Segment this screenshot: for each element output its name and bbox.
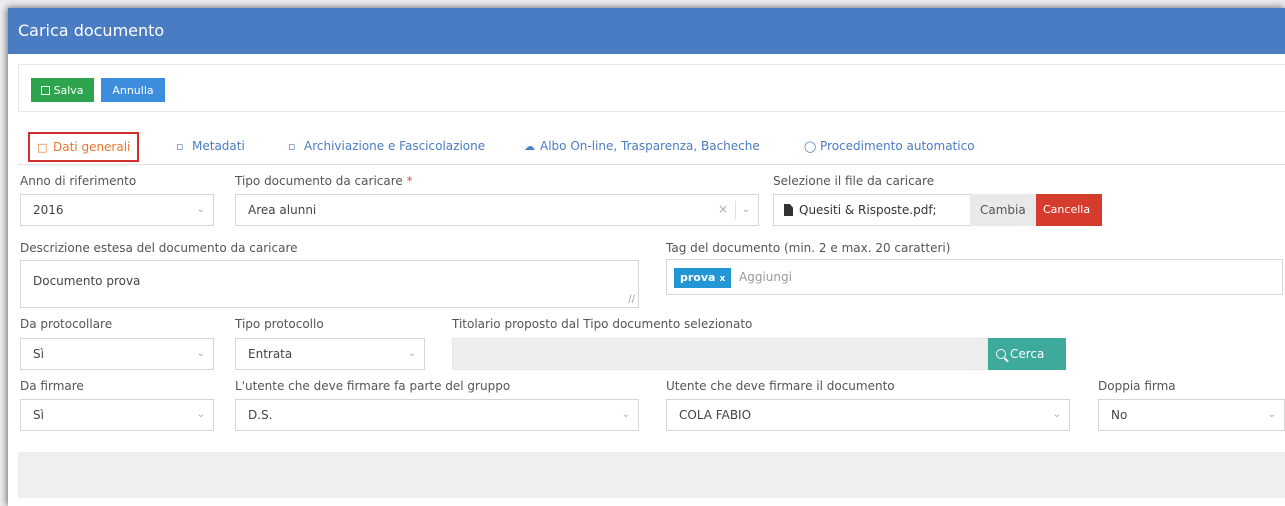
tag-label: Tag del documento (min. 2 e max. 20 cara… (666, 241, 951, 255)
doppia-firma-value: No (1111, 408, 1128, 422)
anno-select[interactable]: 2016 ⌄ (20, 194, 214, 226)
titolario-label: Titolario proposto dal Tipo documento se… (452, 317, 753, 331)
gruppo-value: D.S. (248, 408, 273, 422)
window-title: Carica documento (8, 8, 1285, 54)
descrizione-textarea[interactable]: Documento prova ∕∕ (20, 260, 639, 308)
tab-albo[interactable]: ☁ Albo On-line, Trasparenza, Bacheche (516, 131, 768, 163)
chevron-down-icon: ⌄ (741, 204, 750, 215)
utente-select[interactable]: COLA FABIO ⌄ (666, 399, 1070, 431)
tab-procedimento[interactable]: ◯ Procedimento automatico (796, 131, 983, 163)
da-firmare-label: Da firmare (20, 379, 84, 393)
tipo-documento-value: Area alunni (248, 203, 317, 217)
cancel-button[interactable]: Annulla (101, 78, 165, 102)
file-label: Selezione il file da caricare (773, 174, 935, 188)
search-button-label: Cerca (1010, 347, 1045, 361)
file-icon: □ (37, 141, 48, 154)
upload-document-window: Carica documento Salva Annulla □ Dati gen… (8, 8, 1285, 506)
utente-label: Utente che deve firmare il documento (666, 379, 895, 393)
save-button[interactable]: Salva (31, 78, 94, 102)
gruppo-label: L'utente che deve firmare fa parte del g… (235, 379, 511, 393)
tag-text: prova (680, 271, 716, 284)
tab-archiviazione[interactable]: ▫ Archiviazione e Fascicolazione (280, 131, 493, 163)
folder-icon: ▫ (288, 140, 296, 153)
remove-tag-icon[interactable]: x (719, 274, 725, 284)
tab-label: Archiviazione e Fascicolazione (304, 139, 486, 153)
file-field: Quesiti & Risposte.pdf; (773, 194, 973, 226)
da-firmare-value: Sì (33, 408, 44, 422)
chevron-down-icon: ⌄ (1267, 409, 1276, 420)
da-protocollare-value: Sì (33, 347, 44, 361)
tipo-protocollo-select[interactable]: Entrata ⌄ (235, 338, 425, 370)
chevron-down-icon: ⌄ (1052, 409, 1061, 420)
tipo-documento-label: Tipo documento da caricare * (235, 174, 413, 188)
doppia-firma-select[interactable]: No ⌄ (1098, 399, 1285, 431)
file-icon (784, 204, 793, 216)
tag-input[interactable]: Aggiungi (739, 270, 792, 284)
tab-dati-generali[interactable]: □ Dati generali (28, 132, 140, 162)
refresh-icon: ◯ (804, 140, 817, 153)
file-name: Quesiti & Risposte.pdf; (799, 203, 937, 217)
doppia-firma-label: Doppia firma (1098, 379, 1176, 393)
descrizione-value: Documento prova (33, 274, 141, 288)
chevron-down-icon: ⌄ (196, 348, 205, 359)
tab-label: Procedimento automatico (820, 139, 975, 153)
da-protocollare-select[interactable]: Sì ⌄ (20, 338, 214, 370)
chevron-down-icon: ⌄ (196, 409, 205, 420)
chevron-down-icon: ⌄ (621, 409, 630, 420)
cloud-icon: ☁ (524, 140, 535, 153)
tab-metadati[interactable]: ▫ Metadati (168, 131, 253, 163)
save-button-label: Salva (53, 83, 84, 97)
tab-bar: □ Dati generali ▫ Metadati ▫ Archiviazione … (18, 127, 1285, 165)
clear-icon[interactable]: × (718, 202, 728, 216)
tab-label: Dati generali (53, 140, 131, 154)
folder-icon: ▫ (176, 140, 184, 153)
anno-label: Anno di riferimento (20, 174, 137, 188)
chevron-down-icon: ⌄ (407, 348, 416, 359)
footer-bar (18, 452, 1285, 498)
gruppo-select[interactable]: D.S. ⌄ (235, 399, 639, 431)
select-separator (735, 201, 736, 219)
tab-label: Metadati (192, 139, 245, 153)
tipo-protocollo-value: Entrata (248, 347, 293, 361)
da-firmare-select[interactable]: Sì ⌄ (20, 399, 214, 431)
tab-label: Albo On-line, Trasparenza, Bacheche (540, 139, 760, 153)
resize-handle-icon[interactable]: ∕∕ (628, 294, 635, 305)
change-file-button[interactable]: Cambia (970, 194, 1036, 226)
da-protocollare-label: Da protocollare (20, 317, 113, 331)
delete-file-button[interactable]: Cancella (1036, 194, 1102, 226)
tag-input-box[interactable]: prova x Aggiungi (666, 259, 1283, 295)
toolbar: Salva Annulla (18, 64, 1285, 112)
utente-value: COLA FABIO (679, 408, 752, 422)
save-icon (41, 85, 51, 95)
chevron-down-icon: ⌄ (196, 204, 205, 215)
search-icon (996, 349, 1006, 359)
search-button[interactable]: Cerca (988, 338, 1066, 370)
tipo-documento-select[interactable]: Area alunni × ⌄ (235, 194, 759, 226)
titolario-field (452, 338, 988, 370)
tipo-protocollo-label: Tipo protocollo (235, 317, 324, 331)
anno-value: 2016 (33, 203, 64, 217)
descrizione-label: Descrizione estesa del documento da cari… (20, 241, 298, 255)
tag-chip: prova x (674, 268, 732, 288)
